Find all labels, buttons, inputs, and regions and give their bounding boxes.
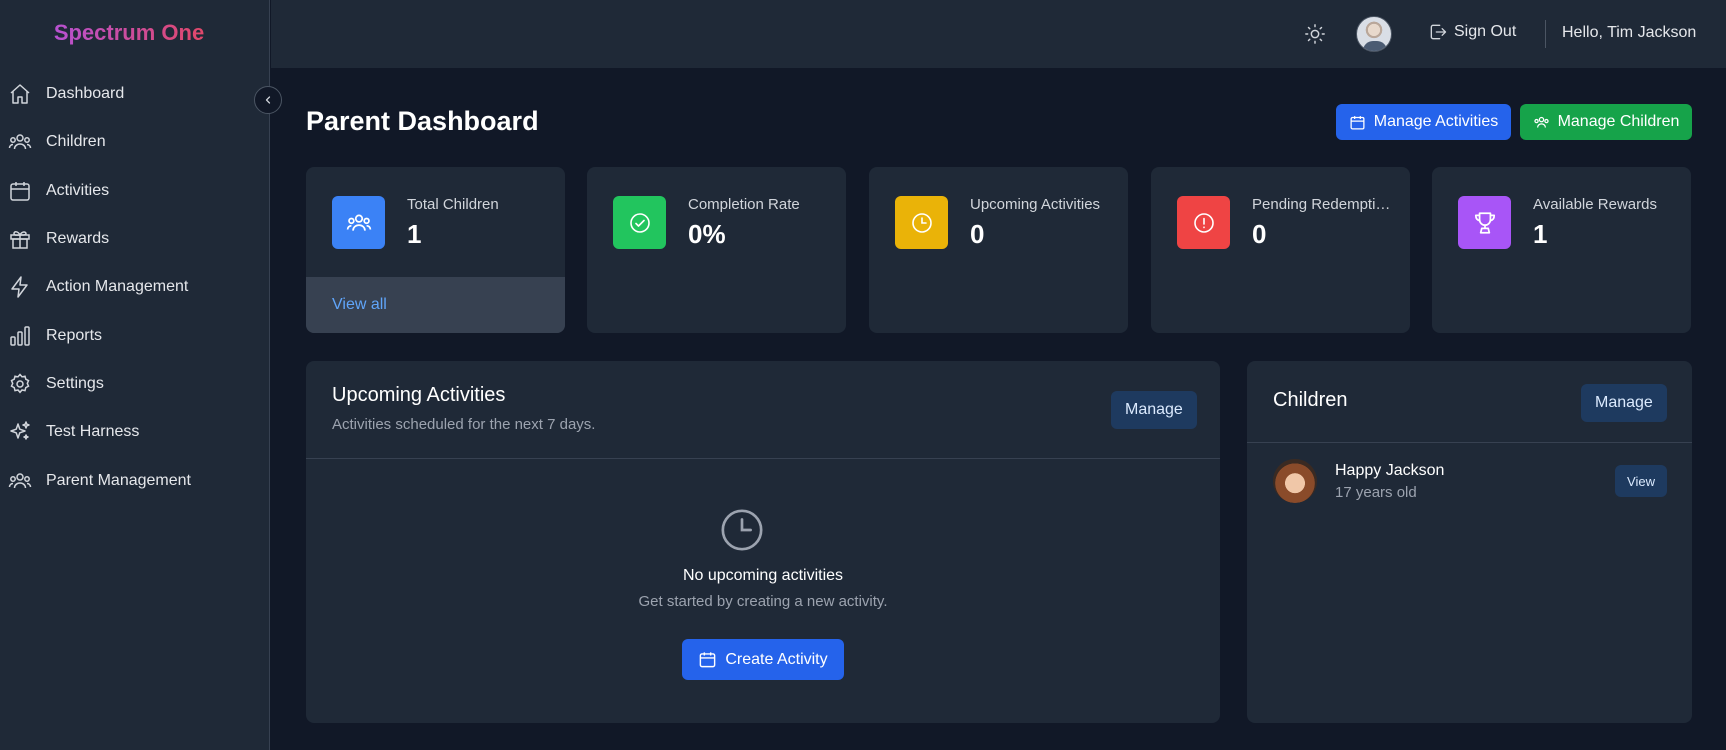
stat-value: 0%	[688, 219, 726, 249]
stat-label: Available Rewards	[1533, 196, 1657, 213]
chevron-left-icon	[265, 96, 271, 104]
sign-out-button[interactable]: Sign Out	[1428, 22, 1516, 42]
panel-subtitle: Activities scheduled for the next 7 days…	[332, 416, 596, 433]
page-title: Parent Dashboard	[306, 106, 539, 136]
stat-label: Pending Redemptions	[1252, 196, 1397, 213]
upcoming-manage-button[interactable]: Manage	[1111, 391, 1197, 429]
sidebar-item-label: Settings	[46, 374, 104, 392]
manage-children-button[interactable]: Manage Children	[1520, 104, 1692, 140]
stat-card-pending-redemptions: Pending Redemptions 0	[1151, 167, 1410, 333]
stat-card-completion-rate: Completion Rate 0%	[587, 167, 846, 333]
topbar-divider	[1545, 20, 1546, 48]
sign-out-icon	[1430, 24, 1447, 40]
users-icon	[8, 134, 32, 150]
sidebar-item-label: Parent Management	[46, 471, 191, 489]
view-child-button[interactable]: View	[1615, 465, 1667, 497]
panel-title: Children	[1273, 389, 1348, 411]
sidebar: Spectrum One Dashboard Children Activiti…	[0, 0, 282, 750]
app-logo[interactable]: Spectrum One	[0, 20, 258, 46]
sidebar-collapse-button[interactable]	[254, 86, 282, 114]
upcoming-activities-panel: Upcoming Activities Activities scheduled…	[306, 361, 1220, 723]
stat-card-total-children: Total Children 1 View all	[306, 167, 565, 333]
alert-circle-icon	[1193, 212, 1214, 233]
stat-badge	[1458, 196, 1511, 249]
stat-badge	[895, 196, 948, 249]
sidebar-item-parent-management[interactable]: Parent Management	[0, 456, 270, 504]
sidebar-item-reports[interactable]: Reports	[0, 311, 270, 359]
sidebar-item-label: Reports	[46, 326, 103, 344]
sidebar-item-label: Test Harness	[46, 423, 140, 441]
list-item: Happy Jackson 17 years old	[1273, 459, 1663, 505]
panel-title: Upcoming Activities	[332, 384, 506, 406]
stat-card-upcoming-activities: Upcoming Activities 0	[869, 167, 1128, 333]
calendar-icon	[10, 181, 30, 201]
child-age: 17 years old	[1335, 484, 1417, 501]
child-name: Happy Jackson	[1335, 462, 1445, 479]
lightning-icon	[11, 276, 28, 299]
sidebar-item-test-harness[interactable]: Test Harness	[0, 408, 270, 456]
users-icon	[1533, 116, 1549, 128]
user-greeting: Hello, Tim Jackson	[1562, 24, 1697, 41]
stat-label: Total Children	[407, 196, 499, 213]
avatar[interactable]	[1356, 16, 1392, 52]
stat-label: Completion Rate	[688, 196, 800, 213]
sun-icon	[1305, 24, 1325, 44]
gear-icon	[10, 373, 30, 394]
gift-icon	[10, 231, 30, 249]
home-icon	[10, 84, 30, 104]
stat-value: 1	[407, 219, 422, 249]
stat-card-available-rewards: Available Rewards 1	[1432, 167, 1691, 333]
stat-value: 0	[970, 219, 985, 249]
sidebar-item-rewards[interactable]: Rewards	[0, 215, 270, 263]
panel-divider	[1247, 442, 1692, 443]
empty-state-title: No upcoming activities	[682, 567, 844, 584]
manage-activities-button[interactable]: Manage Activities	[1336, 104, 1511, 140]
stat-badge	[1177, 196, 1230, 249]
theme-toggle-button[interactable]	[1304, 23, 1326, 45]
sign-out-label: Sign Out	[1454, 23, 1517, 40]
sidebar-item-label: Activities	[46, 181, 110, 199]
sidebar-item-dashboard[interactable]: Dashboard	[0, 70, 270, 118]
children-manage-button[interactable]: Manage	[1581, 384, 1667, 422]
sidebar-item-children[interactable]: Children	[0, 118, 270, 166]
manage-children-label: Manage Children	[1557, 113, 1680, 130]
sidebar-item-action-management[interactable]: Action Management	[0, 263, 270, 311]
children-panel: Children Manage Happy Jackson 17 years o…	[1247, 361, 1692, 723]
check-circle-icon	[629, 212, 650, 233]
stat-label: Upcoming Activities	[970, 196, 1101, 213]
users-icon	[346, 214, 371, 231]
panel-divider	[306, 458, 1220, 459]
sidebar-item-label: Children	[46, 133, 106, 151]
users-icon	[8, 472, 32, 488]
calendar-icon	[700, 652, 716, 668]
stat-badge	[332, 196, 385, 249]
view-all-link[interactable]: View all	[306, 277, 565, 333]
stat-badge	[613, 196, 666, 249]
manage-activities-label: Manage Activities	[1373, 113, 1499, 130]
sidebar-nav: Dashboard Children Activities Rewards Ac…	[0, 70, 270, 505]
stat-value: 0	[1252, 219, 1267, 249]
stat-value: 1	[1533, 219, 1548, 249]
sidebar-item-label: Dashboard	[46, 85, 125, 103]
avatar	[1273, 459, 1317, 503]
sidebar-item-label: Action Management	[46, 278, 189, 296]
clock-icon	[719, 507, 765, 553]
sparkles-icon	[10, 421, 30, 440]
calendar-icon	[1350, 115, 1365, 130]
bar-chart-icon	[10, 325, 30, 346]
empty-state-subtitle: Get started by creating a new activity.	[638, 593, 888, 610]
sidebar-item-settings[interactable]: Settings	[0, 360, 270, 408]
create-activity-button[interactable]: Create Activity	[682, 639, 844, 680]
sidebar-item-activities[interactable]: Activities	[0, 167, 270, 215]
clock-icon	[911, 212, 932, 233]
create-activity-label: Create Activity	[725, 650, 828, 668]
trophy-icon	[1474, 211, 1495, 234]
sidebar-item-label: Rewards	[46, 230, 110, 248]
